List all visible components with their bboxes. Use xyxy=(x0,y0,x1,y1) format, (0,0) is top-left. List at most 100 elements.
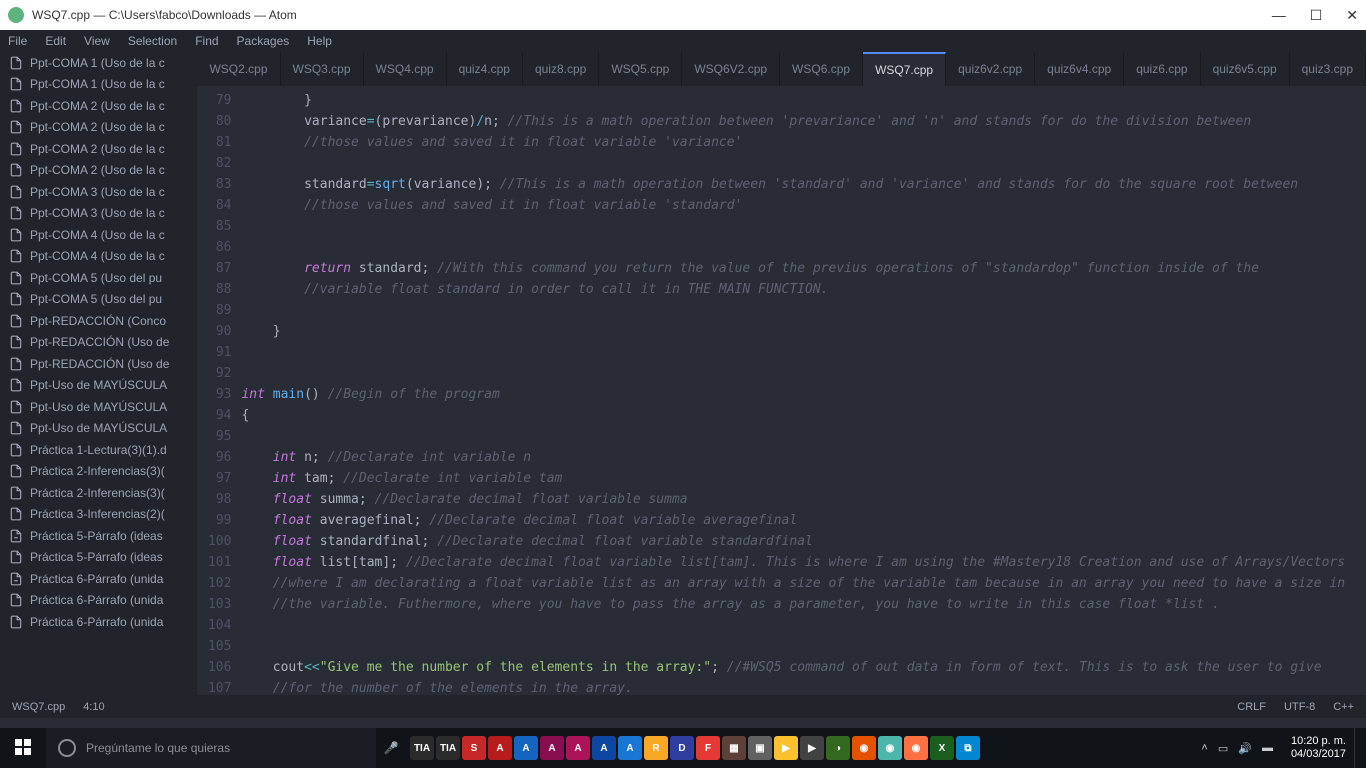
tree-item[interactable]: Práctica 2-Inferencias(3)( xyxy=(0,461,197,483)
taskbar-app-icon[interactable]: TIA xyxy=(436,736,460,760)
status-encoding[interactable]: UTF-8 xyxy=(1284,701,1315,713)
tree-item[interactable]: Práctica 6-Párrafo (unida xyxy=(0,611,197,633)
taskbar-app-icon[interactable]: A xyxy=(514,736,538,760)
menu-edit[interactable]: Edit xyxy=(45,34,66,48)
status-eol[interactable]: CRLF xyxy=(1237,701,1266,713)
tab-quiz3-cpp[interactable]: quiz3.cpp xyxy=(1290,52,1366,86)
tree-item[interactable]: Práctica 1-Lectura(3)(1).d xyxy=(0,439,197,461)
taskbar-clock[interactable]: 10:20 p. m. 04/03/2017 xyxy=(1283,735,1354,761)
tree-item[interactable]: Ppt-COMA 3 (Uso de la c xyxy=(0,203,197,225)
tree-item[interactable]: Ppt-COMA 2 (Uso de la c xyxy=(0,138,197,160)
tray-battery-icon[interactable]: ▬ xyxy=(1262,742,1273,754)
tree-item[interactable]: Ppt-REDACCIÓN (Uso de xyxy=(0,353,197,375)
tree-item[interactable]: Ppt-COMA 2 (Uso de la c xyxy=(0,117,197,139)
status-cursor-position[interactable]: 4:10 xyxy=(83,701,104,713)
tree-item[interactable]: Práctica 2-Inferencias(3)( xyxy=(0,482,197,504)
taskbar-app-icon[interactable]: X xyxy=(930,736,954,760)
tab-quiz8-cpp[interactable]: quiz8.cpp xyxy=(523,52,599,86)
menu-file[interactable]: File xyxy=(8,34,27,48)
taskbar-app-icon[interactable]: ◉ xyxy=(852,736,876,760)
file-tree-sidebar[interactable]: Ppt-COMA 1 (Uso de la cPpt-COMA 1 (Uso d… xyxy=(0,52,197,695)
menu-packages[interactable]: Packages xyxy=(237,34,290,48)
tree-item-label: Ppt-COMA 3 (Uso de la c xyxy=(30,206,165,220)
taskbar-app-icon[interactable]: ⧉ xyxy=(956,736,980,760)
taskbar-app-icon[interactable]: ▣ xyxy=(748,736,772,760)
tree-item[interactable]: Ppt-Uso de MAYÚSCULA xyxy=(0,396,197,418)
mic-icon[interactable]: 🎤 xyxy=(376,741,406,755)
taskbar-app-icon[interactable]: A xyxy=(540,736,564,760)
tree-item[interactable]: Ppt-COMA 1 (Uso de la c xyxy=(0,74,197,96)
taskbar-app-icon[interactable]: ▶ xyxy=(774,736,798,760)
taskbar-app-icon[interactable]: D xyxy=(670,736,694,760)
tab-WSQ6-cpp[interactable]: WSQ6.cpp xyxy=(780,52,863,86)
menu-help[interactable]: Help xyxy=(307,34,332,48)
menu-view[interactable]: View xyxy=(84,34,110,48)
taskbar-app-icon[interactable]: R xyxy=(644,736,668,760)
tab-WSQ6V2-cpp[interactable]: WSQ6V2.cpp xyxy=(682,52,780,86)
tab-WSQ5-cpp[interactable]: WSQ5.cpp xyxy=(599,52,682,86)
cortana-search[interactable]: Pregúntame lo que quieras xyxy=(46,728,376,768)
tree-item[interactable]: Ppt-COMA 5 (Uso del pu xyxy=(0,267,197,289)
tab-WSQ4-cpp[interactable]: WSQ4.cpp xyxy=(364,52,447,86)
status-file[interactable]: WSQ7.cpp xyxy=(12,701,65,713)
tree-item-label: Práctica 6-Párrafo (unida xyxy=(30,615,163,629)
tab-quiz6v4-cpp[interactable]: quiz6v4.cpp xyxy=(1035,52,1124,86)
tab-WSQ2-cpp[interactable]: WSQ2.cpp xyxy=(197,52,280,86)
system-tray[interactable]: ˄ ▭ 🔊 ▬ xyxy=(1191,742,1283,755)
tab-WSQ3-cpp[interactable]: WSQ3.cpp xyxy=(281,52,364,86)
tab-quiz6v5-cpp[interactable]: quiz6v5.cpp xyxy=(1201,52,1290,86)
tree-item[interactable]: Ppt-Uso de MAYÚSCULA xyxy=(0,375,197,397)
window-title: WSQ7.cpp — C:\Users\fabco\Downloads — At… xyxy=(32,8,1272,22)
menu-find[interactable]: Find xyxy=(195,34,218,48)
show-desktop-button[interactable] xyxy=(1354,728,1366,768)
taskbar-app-icon[interactable]: F xyxy=(696,736,720,760)
menu-selection[interactable]: Selection xyxy=(128,34,177,48)
tree-item[interactable]: Práctica 6-Párrafo (unida xyxy=(0,590,197,612)
taskbar-app-icon[interactable]: A xyxy=(566,736,590,760)
taskbar-app-icon[interactable]: A xyxy=(618,736,642,760)
clock-date: 04/03/2017 xyxy=(1291,748,1346,761)
tab-quiz6v2-cpp[interactable]: quiz6v2.cpp xyxy=(946,52,1035,86)
taskbar-app-icons: TIATIASAAAAAARDF▦▣▶▶◑◉◉◉X⧉ xyxy=(410,736,1191,760)
taskbar-app-icon[interactable]: A xyxy=(592,736,616,760)
tree-item[interactable]: Ppt-REDACCIÓN (Uso de xyxy=(0,332,197,354)
clock-time: 10:20 p. m. xyxy=(1291,735,1346,748)
taskbar-app-icon[interactable]: A xyxy=(488,736,512,760)
tray-volume-icon[interactable]: 🔊 xyxy=(1238,742,1252,755)
close-button[interactable]: ✕ xyxy=(1346,7,1358,24)
taskbar-app-icon[interactable]: ▦ xyxy=(722,736,746,760)
tree-item-label: Práctica 3-Inferencias(2)( xyxy=(30,507,165,521)
start-button[interactable] xyxy=(0,728,46,768)
tray-chevron-icon[interactable]: ˄ xyxy=(1201,742,1207,754)
tree-item[interactable]: Práctica 5-Párrafo (ideas xyxy=(0,547,197,569)
code-content[interactable]: } variance=(prevariance)/n; //This is a … xyxy=(241,86,1366,695)
tray-network-icon[interactable]: ▭ xyxy=(1218,742,1228,755)
tree-item[interactable]: Ppt-COMA 3 (Uso de la c xyxy=(0,181,197,203)
tree-item[interactable]: Ppt-COMA 2 (Uso de la c xyxy=(0,160,197,182)
tree-item[interactable]: Ppt-COMA 4 (Uso de la c xyxy=(0,224,197,246)
minimize-button[interactable]: — xyxy=(1272,7,1286,24)
taskbar-app-icon[interactable]: ◉ xyxy=(878,736,902,760)
tree-item[interactable]: Ppt-COMA 2 (Uso de la c xyxy=(0,95,197,117)
code-area[interactable]: 7980818283848586878889909192939495969798… xyxy=(197,86,1366,695)
tree-item[interactable]: Ppt-REDACCIÓN (Conco xyxy=(0,310,197,332)
taskbar-app-icon[interactable]: ◉ xyxy=(904,736,928,760)
tree-item[interactable]: Ppt-COMA 4 (Uso de la c xyxy=(0,246,197,268)
status-language[interactable]: C++ xyxy=(1333,701,1354,713)
tree-item[interactable]: Práctica 5-Párrafo (ideas xyxy=(0,525,197,547)
tree-item[interactable]: Ppt-COMA 5 (Uso del pu xyxy=(0,289,197,311)
taskbar-app-icon[interactable]: S xyxy=(462,736,486,760)
tab-quiz6-cpp[interactable]: quiz6.cpp xyxy=(1124,52,1200,86)
taskbar-app-icon[interactable]: ▶ xyxy=(800,736,824,760)
file-icon xyxy=(8,335,24,349)
tab-WSQ7-cpp[interactable]: WSQ7.cpp xyxy=(863,52,946,86)
taskbar-app-icon[interactable]: TIA xyxy=(410,736,434,760)
tab-quiz4-cpp[interactable]: quiz4.cpp xyxy=(447,52,523,86)
tree-item[interactable]: Ppt-Uso de MAYÚSCULA xyxy=(0,418,197,440)
tree-item[interactable]: Práctica 6-Párrafo (unida xyxy=(0,568,197,590)
maximize-button[interactable]: ☐ xyxy=(1310,7,1323,24)
tree-item[interactable]: Ppt-COMA 1 (Uso de la c xyxy=(0,52,197,74)
taskbar-app-icon[interactable]: ◑ xyxy=(826,736,850,760)
file-icon xyxy=(8,77,24,91)
tree-item[interactable]: Práctica 3-Inferencias(2)( xyxy=(0,504,197,526)
